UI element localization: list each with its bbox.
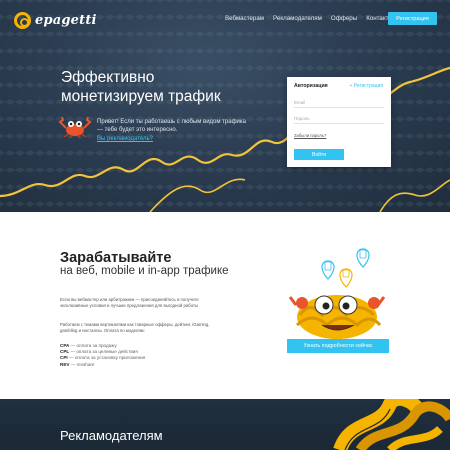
register-button[interactable]: Регистрация (388, 12, 437, 25)
login-button[interactable]: Войти (294, 149, 344, 160)
mobile-pin-icon (356, 248, 370, 268)
email-field[interactable]: Email (294, 97, 384, 108)
logo-text: epagetti (35, 13, 97, 28)
auth-register-link[interactable]: + Регистрация (349, 83, 383, 89)
logo-icon (14, 12, 31, 29)
auth-panel: Авторизация + Регистрация Email Пароль З… (287, 77, 391, 167)
logo[interactable]: epagetti (14, 12, 97, 29)
spaghetti-monster-illustration (288, 248, 386, 339)
spaghetti-tentacle-decoration (333, 399, 450, 450)
list-item: REV — revshare (60, 361, 95, 367)
forgot-password-link[interactable]: Забыли пароль? (294, 133, 326, 138)
mobile-pin-icon (339, 268, 353, 288)
nav-item-webmasters[interactable]: Вебмастерам (225, 15, 264, 22)
auth-title: Авторизация (294, 83, 328, 89)
advertisers-section: Рекламодателям (0, 399, 450, 450)
learn-more-button[interactable]: Узнать подробности сейчас (287, 339, 389, 353)
advertisers-title: Рекламодателям (60, 428, 163, 443)
earn-subtitle: на веб, mobile и in-app трафике (60, 265, 229, 277)
hero-title: Эффективно монетизируем трафик (61, 68, 221, 106)
earn-paragraph-1: Если вы вебмастер или арбитражник — прис… (60, 297, 199, 308)
payment-models-list: CPA — оплата за продажу CPL — оплата за … (60, 343, 145, 368)
hero-greeting: Привет! Если ты работаешь с любым видом … (97, 119, 246, 133)
hero-section: epagetti Вебмастерам Рекламодателям Оффе… (0, 0, 450, 212)
nav-item-advertisers[interactable]: Рекламодателям (273, 15, 322, 22)
nav-item-offers[interactable]: Офферы (331, 15, 357, 22)
crab-mascot-icon (58, 116, 92, 138)
earn-paragraph-2: Работаем с темами вертикалями как товарн… (60, 322, 210, 333)
hero-title-line2: монетизируем трафик (61, 88, 221, 105)
advertiser-link[interactable]: Вы рекламодатель? (97, 136, 153, 142)
hero-title-line1: Эффективно (61, 69, 155, 86)
earn-title: Зарабатывайте (60, 250, 172, 266)
mobile-pin-icon (321, 260, 335, 280)
password-field[interactable]: Пароль (294, 113, 384, 124)
main-nav: Вебмастерам Рекламодателям Офферы Контак… (225, 15, 393, 22)
